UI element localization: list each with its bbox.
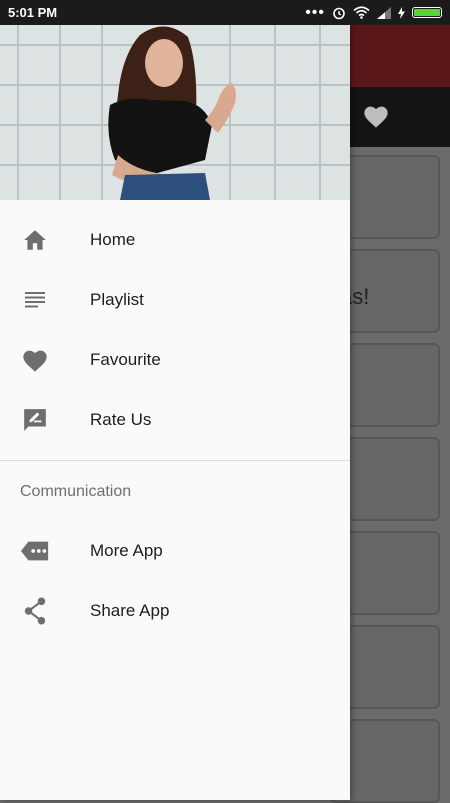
heart-icon (364, 106, 388, 128)
alarm-icon (333, 7, 345, 19)
wifi-icon (353, 6, 370, 19)
drawer-item-share-app[interactable]: Share App (0, 581, 350, 641)
share-icon (20, 596, 50, 626)
more-dots-icon: ••• (305, 3, 325, 21)
more-app-icon (20, 536, 50, 566)
drawer-item-playlist[interactable]: Playlist (0, 270, 350, 330)
status-bar: 5:01 PM ••• (0, 0, 450, 25)
drawer-header-image (0, 25, 350, 200)
header-photo-illustration (0, 25, 350, 200)
drawer-item-more-app[interactable]: More App (0, 521, 350, 581)
status-icons: ••• (305, 3, 442, 21)
drawer-item-label: Favourite (90, 350, 161, 369)
status-time: 5:01 PM (8, 5, 58, 20)
list-icon (20, 285, 50, 315)
battery-icon (412, 7, 442, 18)
drawer-item-home[interactable]: Home (0, 210, 350, 270)
charging-icon (398, 6, 405, 19)
drawer-item-label: Rate Us (90, 410, 152, 429)
signal-icon (377, 6, 391, 19)
drawer-item-label: More App (90, 541, 163, 560)
drawer-item-label: Playlist (90, 290, 144, 309)
drawer-item-favourite[interactable]: Favourite (0, 330, 350, 390)
heart-icon (20, 345, 50, 375)
drawer-divider (0, 460, 350, 461)
drawer-item-label: Share App (90, 601, 170, 620)
battery-level (414, 9, 440, 16)
section-title: Communication (20, 483, 132, 500)
navigation-drawer: Home Playlist Favourite Rate Us Communic… (0, 25, 350, 800)
drawer-item-rate-us[interactable]: Rate Us (0, 390, 350, 450)
drawer-item-label: Home (90, 230, 136, 249)
rate-icon (20, 405, 50, 435)
home-icon (20, 225, 50, 255)
